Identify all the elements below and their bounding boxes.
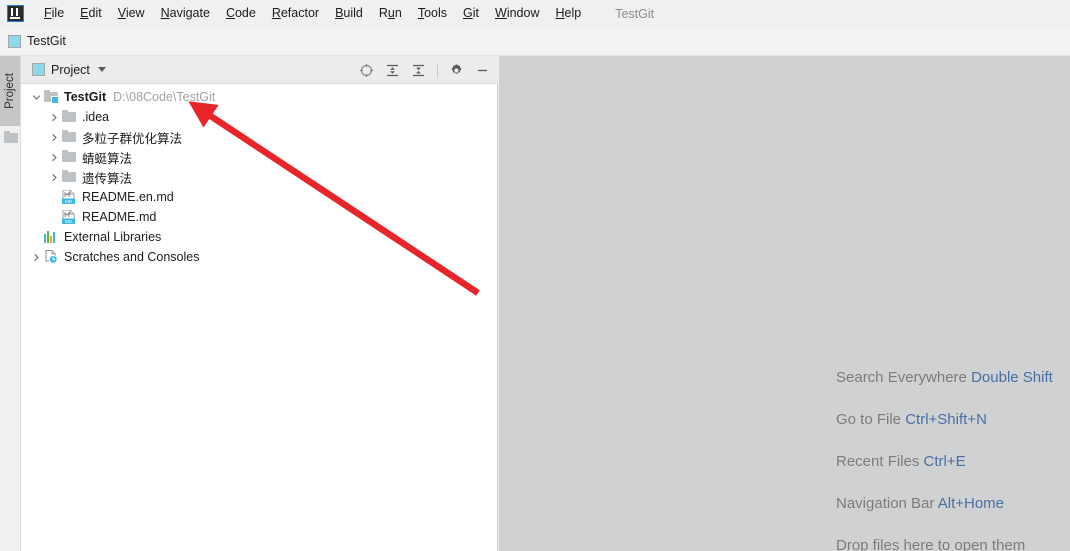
libraries-icon [43, 229, 59, 245]
editor-hint-shortcut: Ctrl+Shift+N [905, 411, 987, 428]
folder-icon [61, 149, 77, 165]
markdown-file-icon: MD [61, 189, 77, 205]
toolbar-divider [437, 62, 438, 78]
chevron-expanded-icon[interactable] [29, 93, 43, 102]
intellij-window: File Edit View Navigate Code Refactor Build Run… [0, 0, 1070, 551]
svg-text:MD: MD [65, 199, 73, 204]
folder-icon [61, 109, 77, 125]
tree-node-label: README.en.md [82, 190, 174, 204]
markdown-file-icon: MD [61, 209, 77, 225]
project-view-icon [32, 63, 45, 76]
stripe-button-project-label: Project [4, 73, 17, 109]
window-title: TestGit [615, 6, 655, 21]
breadcrumb-label: TestGit [27, 34, 66, 48]
menu-item-tools[interactable]: Tools [410, 3, 455, 24]
chevron-down-icon[interactable] [97, 67, 106, 72]
chevron-collapsed-icon[interactable] [47, 113, 61, 122]
project-panel-title: Project [51, 62, 90, 77]
project-panel-toolbar [359, 56, 490, 84]
svg-text:MD: MD [65, 219, 73, 224]
editor-hint-action: Navigation Bar [836, 495, 935, 512]
editor-hint-action: Go to File [836, 411, 902, 428]
chevron-collapsed-icon[interactable] [47, 133, 61, 142]
menu-item-git[interactable]: Git [455, 3, 487, 24]
editor-empty-area[interactable]: Search Everywhere Double Shift Go to File… [499, 56, 1070, 551]
menu-item-file[interactable]: File [36, 3, 72, 24]
tree-node-label: Scratches and Consoles [64, 250, 200, 264]
menu-item-run[interactable]: Run [371, 3, 410, 24]
tree-node[interactable]: TestGit D:\08Code\TestGit [21, 87, 498, 107]
tree-node[interactable]: MD README.en.md [21, 187, 498, 207]
editor-hint-shortcut: Double Shift [971, 369, 1053, 386]
editor-hint-action: Drop files here to open them [836, 537, 1026, 551]
breadcrumb[interactable]: TestGit [8, 34, 66, 48]
menu-items: File Edit View Navigate Code Refactor Build Run… [36, 3, 589, 24]
tree-node[interactable]: MD README.md [21, 207, 498, 227]
tree-node[interactable]: External Libraries [21, 227, 498, 247]
gear-icon[interactable] [449, 63, 464, 78]
editor-hint-shortcut: Ctrl+E [923, 453, 966, 470]
tree-node[interactable]: 遗传算法 [21, 167, 498, 187]
tree-node[interactable]: 蜻蜓算法 [21, 147, 498, 167]
menu-item-view[interactable]: View [110, 3, 153, 24]
editor-hint: Drop files here to open them [836, 537, 1053, 551]
tool-window-stripe-left: Project [0, 56, 21, 551]
folder-icon[interactable] [4, 131, 18, 143]
editor-hint: Navigation Bar Alt+Home [836, 495, 1053, 513]
tree-node[interactable]: Scratches and Consoles [21, 247, 498, 267]
locate-icon[interactable] [359, 63, 374, 78]
tree-node-label: 遗传算法 [82, 171, 133, 186]
editor-hint-action: Recent Files [836, 453, 920, 470]
chevron-collapsed-icon[interactable] [29, 253, 43, 262]
tree-node-label: TestGit [64, 90, 107, 104]
navigation-bar: TestGit [0, 27, 1070, 56]
editor-hints: Search Everywhere Double Shift Go to File… [836, 369, 1053, 551]
editor-hint: Recent Files Ctrl+E [836, 453, 1053, 471]
stripe-button-project[interactable]: Project [0, 56, 20, 126]
project-panel-title-group[interactable]: Project [32, 63, 106, 77]
project-tree: TestGit D:\08Code\TestGit .idea 多粒子群优化算法 蜻蜓算… [21, 84, 498, 267]
menu-item-build[interactable]: Build [327, 3, 371, 24]
project-module-icon [8, 34, 21, 48]
menu-item-refactor[interactable]: Refactor [264, 3, 327, 24]
tree-node[interactable]: .idea [21, 107, 498, 127]
tree-node[interactable]: 多粒子群优化算法 [21, 127, 498, 147]
intellij-idea-logo-icon [7, 5, 24, 22]
folder-icon [61, 169, 77, 185]
chevron-collapsed-icon[interactable] [47, 153, 61, 162]
expand-all-icon[interactable] [385, 63, 400, 78]
minimize-icon[interactable] [475, 63, 490, 78]
menu-item-help[interactable]: Help [547, 3, 589, 24]
folder-icon [61, 129, 77, 145]
scratches-icon [43, 249, 59, 265]
menu-item-navigate[interactable]: Navigate [153, 3, 218, 24]
menu-bar: File Edit View Navigate Code Refactor Build Run… [0, 0, 1070, 27]
tree-node-label: .idea [82, 110, 110, 124]
editor-hint-shortcut: Alt+Home [937, 495, 1005, 512]
menu-item-window[interactable]: Window [487, 3, 547, 24]
project-tool-window: Project TestGit D:\08Code\TestGit .idea … [21, 56, 498, 551]
editor-hint-action: Search Everywhere [836, 369, 967, 386]
editor-hint: Search Everywhere Double Shift [836, 369, 1053, 387]
menu-item-edit[interactable]: Edit [72, 3, 110, 24]
module-folder-icon [43, 89, 59, 105]
tree-node-label: 多粒子群优化算法 [82, 131, 183, 146]
editor-hint: Go to File Ctrl+Shift+N [836, 411, 1053, 429]
tree-node-label: README.md [82, 210, 157, 224]
menu-item-code[interactable]: Code [218, 3, 264, 24]
chevron-collapsed-icon[interactable] [47, 173, 61, 182]
project-panel-header: Project [21, 56, 498, 84]
tree-node-label: External Libraries [64, 230, 162, 244]
collapse-all-icon[interactable] [411, 63, 426, 78]
tree-node-label: 蜻蜓算法 [82, 151, 133, 166]
tree-node-path: D:\08Code\TestGit [113, 90, 216, 104]
